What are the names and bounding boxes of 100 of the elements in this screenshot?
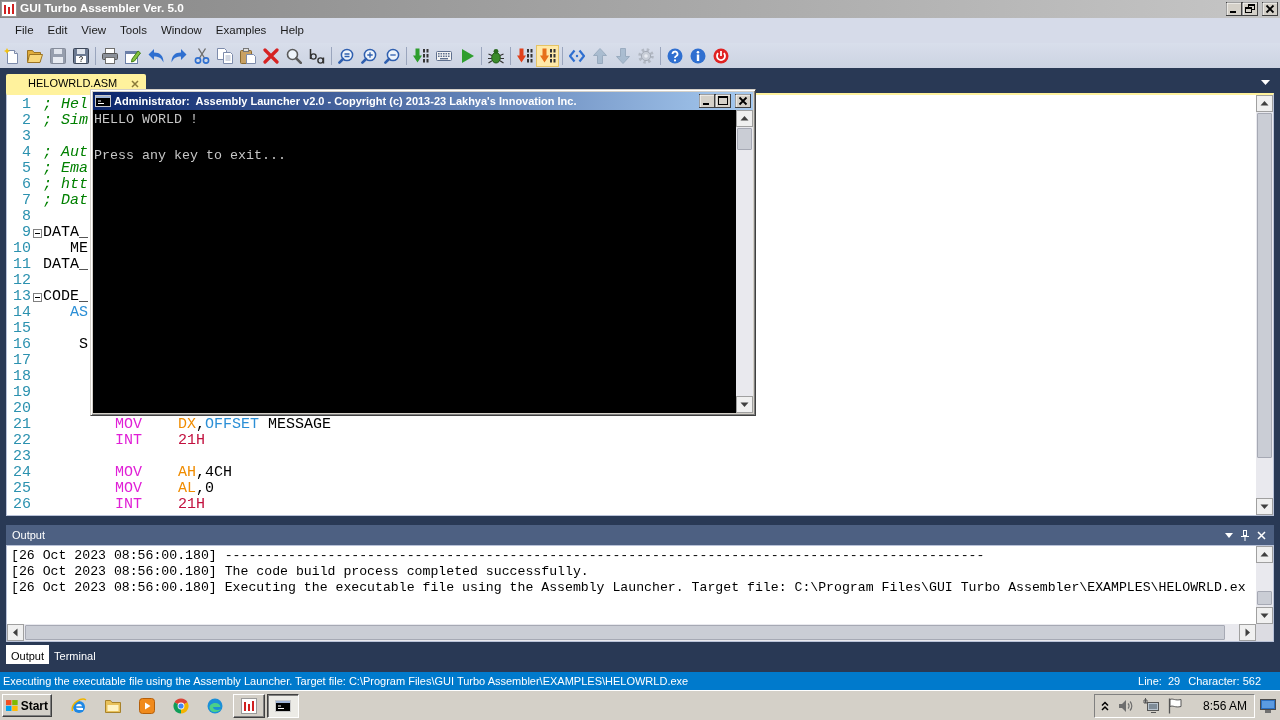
log-line: [26 Oct 2023 08:56:00.180] Executing the executable file using the Assembly Launcher. Target file: C:\Program Files\GUI Turbo Assembler\EXAMPLES\HELOWRLD.ex [11, 580, 1246, 595]
help-icon [666, 47, 683, 64]
code-line: ; Ema [43, 160, 88, 177]
round-browser-icon[interactable] [173, 697, 189, 714]
panel-title: Output [12, 527, 46, 543]
line-number: 8 [22, 209, 31, 225]
code-line: MOV AL,0 [115, 480, 215, 497]
console-title: Administrator: Assembly Launcher v2.0 - Copyright (c) 2013-23 Lakhya's Innovation Inc. [114, 93, 577, 109]
taskbar-button[interactable] [267, 693, 299, 718]
computer-icon[interactable] [1142, 698, 1159, 713]
line-number: 22 [13, 433, 31, 449]
scrollbar[interactable] [1256, 546, 1273, 624]
menu-item[interactable]: Window [153, 18, 209, 43]
close-icon[interactable] [131, 79, 139, 88]
menu-item[interactable]: Tools [113, 18, 154, 43]
console-icon [275, 699, 291, 712]
collapse-icon[interactable] [33, 228, 42, 238]
line-number: 12 [13, 273, 31, 289]
code-line: ; Sim [43, 112, 88, 129]
scissors-icon [193, 47, 210, 64]
scroll-up-button[interactable] [1256, 95, 1273, 112]
minimize-button[interactable] [699, 94, 715, 108]
cursor-character: Character: 562 [1188, 673, 1261, 689]
document-tab[interactable]: HELOWRLD.ASM [6, 74, 146, 93]
scrollbar[interactable] [7, 624, 1256, 641]
double-chevron-up-icon[interactable] [1100, 700, 1109, 711]
menu-item[interactable]: Help [273, 18, 311, 43]
zoom-in-icon [360, 47, 377, 64]
media-player-icon[interactable] [139, 697, 155, 714]
scroll-left-button[interactable] [7, 624, 24, 641]
line-number: 14 [13, 305, 31, 321]
code-line: DATA_ [43, 256, 88, 273]
maximize-button[interactable] [715, 94, 731, 108]
scrollbar-thumb[interactable] [25, 625, 1225, 640]
line-number: 1 [22, 97, 31, 113]
code-line: ; htt [43, 176, 88, 193]
speaker-icon[interactable] [1117, 698, 1134, 713]
code-line: ; Aut [43, 144, 88, 161]
close-button[interactable] [735, 94, 751, 108]
minimize-button[interactable] [1226, 2, 1242, 16]
close-button[interactable] [1262, 2, 1278, 16]
line-number: 17 [13, 353, 31, 369]
down-arrow-icon [614, 47, 631, 64]
scroll-right-button[interactable] [1239, 624, 1256, 641]
toolbar-button[interactable] [536, 44, 559, 67]
scrollbar-thumb[interactable] [1257, 113, 1272, 458]
scrollbar-corner [1256, 624, 1273, 641]
dropdown-arrow-icon[interactable] [1261, 80, 1270, 85]
panel-tab[interactable]: Output [6, 645, 50, 664]
code-line: AS [70, 304, 89, 321]
menu-item[interactable]: File [8, 18, 41, 43]
restore-button[interactable] [1242, 2, 1258, 16]
line-number: 21 [13, 417, 31, 433]
pin-icon[interactable] [1241, 529, 1249, 541]
scroll-down-button[interactable] [736, 396, 753, 413]
dropdown-arrow-icon[interactable] [1225, 532, 1233, 538]
scrollbar[interactable] [1256, 95, 1273, 515]
line-number: 6 [22, 177, 31, 193]
collapse-icon[interactable] [33, 292, 42, 302]
binary-arrow-icon [516, 47, 533, 64]
line-number: 23 [13, 449, 31, 465]
panel-tab[interactable]: Terminal [49, 645, 101, 664]
scroll-down-button[interactable] [1256, 607, 1273, 624]
cursor-line: Line: 29 [1138, 673, 1181, 689]
console-text: HELLO WORLD ! [94, 112, 198, 127]
line-number: 2 [22, 113, 31, 129]
flag-icon[interactable] [1167, 697, 1182, 714]
menu-item[interactable]: View [74, 18, 114, 43]
scrollbar-thumb[interactable] [1257, 591, 1272, 605]
show-desktop-icon[interactable] [1260, 698, 1276, 713]
line-number: 10 [13, 241, 31, 257]
app-icon [241, 697, 257, 714]
folder-icon [26, 47, 43, 64]
bug-icon [487, 47, 504, 64]
clipboard-icon [239, 47, 256, 64]
code-line: MOV AH,4CH [115, 464, 233, 481]
line-number: 18 [13, 369, 31, 385]
code-line: ME [70, 240, 89, 257]
e-browser-icon[interactable] [71, 697, 87, 714]
line-number: 19 [13, 385, 31, 401]
line-number: 13 [13, 289, 31, 305]
line-number: 9 [22, 225, 31, 241]
folder-icon[interactable] [105, 698, 121, 713]
menu-item[interactable]: Examples [208, 18, 274, 43]
replace-icon [308, 47, 325, 64]
scroll-down-button[interactable] [1256, 498, 1273, 515]
start-button[interactable]: Start [2, 694, 52, 717]
scrollbar-thumb[interactable] [737, 128, 752, 150]
binary-arrow-icon [412, 47, 429, 64]
code-line: CODE_ [43, 288, 88, 305]
menu-item[interactable]: Edit [40, 18, 75, 43]
gear-icon [637, 47, 654, 64]
redo-arrow-icon [170, 47, 187, 64]
scroll-up-button[interactable] [1256, 546, 1273, 563]
code-line: INT 21H [115, 496, 206, 513]
app-icon [1, 1, 17, 17]
status-message: Executing the executable file using the Assembly Launcher. Target file: C:\Program Files\GUI Turbo Assembler\EXAMPLES\HELOWRLD.exe [3, 673, 689, 689]
scrollbar[interactable] [736, 110, 753, 413]
scroll-up-button[interactable] [736, 110, 753, 127]
line-number: 5 [22, 161, 31, 177]
